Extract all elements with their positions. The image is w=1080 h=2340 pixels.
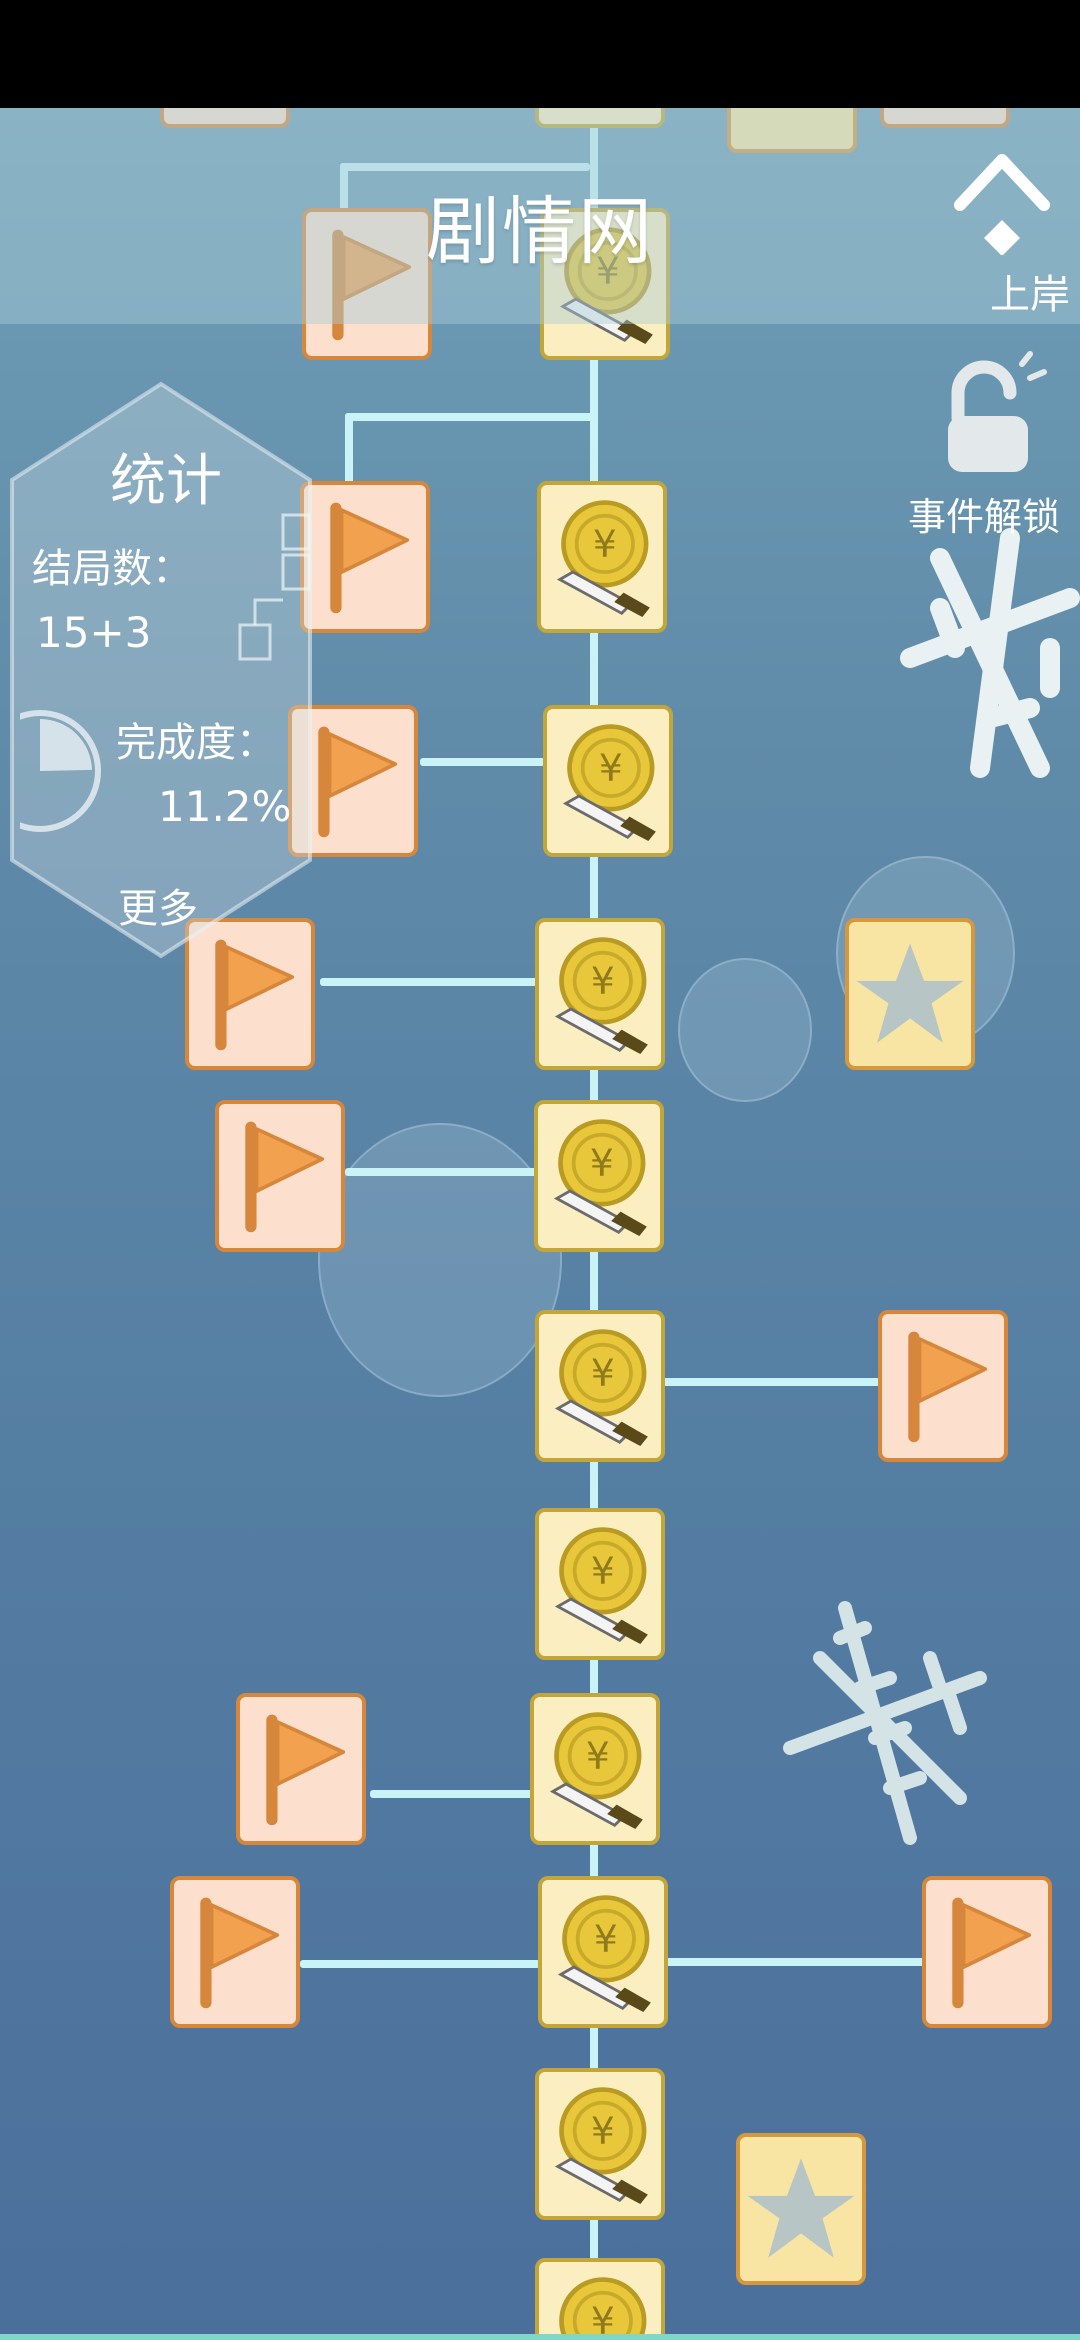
event-node[interactable]: ¥ (535, 1508, 665, 1660)
ending-node[interactable] (236, 1693, 366, 1845)
unlock-icon (948, 351, 1047, 472)
endings-label: 结局数： (32, 546, 192, 592)
svg-text:¥: ¥ (586, 1734, 610, 1778)
svg-text:¥: ¥ (591, 1549, 615, 1593)
ending-node[interactable] (922, 1876, 1052, 2028)
event-node[interactable]: ¥ (535, 2068, 665, 2220)
coin-knife-icon: ¥ (562, 724, 656, 842)
star-node[interactable] (736, 2133, 866, 2285)
bubble (678, 958, 812, 1102)
flag-icon (245, 1121, 325, 1233)
flag-icon (908, 1331, 988, 1443)
completion-value: 11.2% (158, 782, 292, 831)
flag-icon (266, 1714, 346, 1826)
branch-link (345, 413, 595, 421)
branch-link (660, 1378, 880, 1386)
ending-node[interactable] (300, 481, 430, 633)
ending-node[interactable] (170, 1876, 300, 2028)
chevron-up-icon (954, 154, 1050, 256)
ending-node[interactable] (215, 1100, 345, 1252)
svg-text:¥: ¥ (594, 1917, 618, 1961)
shore-label[interactable]: 上岸 (990, 262, 1070, 320)
endings-value: 15+3 (36, 608, 152, 657)
event-node[interactable]: ¥ (530, 1693, 660, 1845)
status-bar (0, 0, 1080, 108)
event-node[interactable]: ¥ (537, 481, 667, 633)
event-node[interactable]: ¥ (535, 2258, 665, 2340)
coin-knife-icon: ¥ (554, 1329, 648, 1447)
snowflake-icon (783, 1601, 987, 1845)
branch-link (420, 758, 545, 766)
star-icon (747, 2158, 855, 2258)
svg-text:¥: ¥ (593, 522, 617, 566)
completion-pie (20, 710, 101, 832)
ending-node[interactable] (878, 1310, 1008, 1462)
event-node[interactable]: ¥ (535, 918, 665, 1070)
bubble (318, 1123, 562, 1397)
coin-knife-icon: ¥ (554, 937, 648, 1055)
svg-text:¥: ¥ (591, 2109, 615, 2153)
coin-knife-icon: ¥ (549, 1712, 643, 1830)
coin-knife-icon: ¥ (553, 1119, 647, 1237)
event-node[interactable]: ¥ (535, 1310, 665, 1462)
coin-knife-icon: ¥ (557, 1895, 651, 2013)
event-unlock-label[interactable]: 事件解锁 (908, 486, 1060, 541)
svg-text:¥: ¥ (591, 959, 615, 1003)
star-node[interactable] (845, 918, 975, 1070)
flag-icon (330, 502, 410, 614)
svg-text:¥: ¥ (591, 1351, 615, 1395)
branch-link (320, 978, 540, 986)
coin-knife-icon: ¥ (554, 2087, 648, 2205)
flag-icon (200, 1897, 280, 2009)
branch-link (370, 1790, 540, 1798)
event-node[interactable]: ¥ (538, 1876, 668, 2028)
star-icon (856, 943, 964, 1043)
flag-icon (952, 1897, 1032, 2009)
branch-link (660, 1958, 925, 1966)
coin-knife-icon: ¥ (556, 500, 650, 618)
coin-knife-icon: ¥ (559, 2277, 647, 2340)
svg-text:¥: ¥ (590, 1141, 614, 1185)
branch-link (345, 1168, 540, 1176)
page-title: 剧情网 (426, 189, 654, 275)
coin-knife-icon: ¥ (554, 1527, 648, 1645)
completion-label: 完成度： (116, 720, 276, 766)
stats-title: 统计 (110, 449, 222, 514)
event-node[interactable]: ¥ (543, 705, 673, 857)
more-button[interactable]: 更多 (118, 876, 198, 934)
svg-text:¥: ¥ (599, 746, 623, 790)
branch-link (300, 1960, 540, 1968)
bottom-edge (0, 2334, 1080, 2340)
event-node[interactable]: ¥ (534, 1100, 664, 1252)
